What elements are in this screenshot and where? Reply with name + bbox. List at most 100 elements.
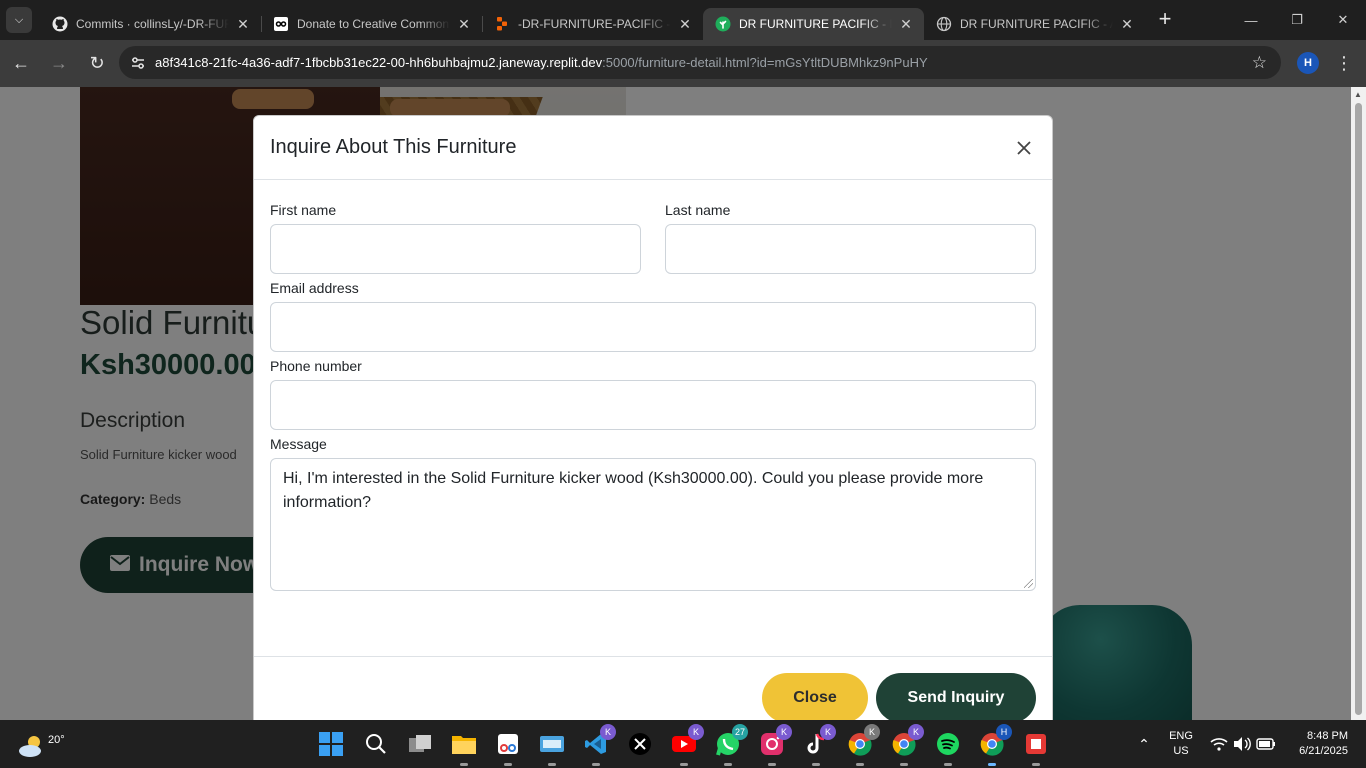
close-icon[interactable]: ✕ [456,16,472,32]
tab-title: -DR-FURNITURE-PACIFIC - Replit [518,17,671,31]
globe-icon [936,16,952,32]
tab-strip: Commits · collinsLy/-DR-FURNITURE-PACIFI… [40,0,1179,40]
browser-tab-active[interactable]: DR FURNITURE PACIFIC - Furniture ✕ [703,8,924,40]
battery-icon[interactable] [1250,728,1282,760]
first-name-input[interactable] [270,224,641,274]
spotify-icon [937,733,959,755]
browser-menu-icon[interactable]: ⋮ [1334,50,1354,76]
last-name-label: Last name [665,202,731,218]
reload-button[interactable]: ↻ [80,47,114,81]
forward-button[interactable]: → [42,47,76,81]
scrollbar-thumb[interactable] [1355,103,1362,715]
resize-handle-icon[interactable] [1024,579,1033,588]
creative-commons-icon [273,16,289,32]
email-label: Email address [270,280,359,296]
chrome-button-active[interactable]: H [976,724,1012,766]
language-indicator[interactable]: ENG US [1166,729,1196,759]
start-button[interactable] [315,728,347,760]
last-name-input[interactable] [665,224,1036,274]
first-name-label: First name [270,202,337,218]
phone-label: Phone number [270,358,362,374]
close-icon[interactable]: ✕ [898,16,914,32]
page-scrollbar[interactable]: ▲ [1351,87,1366,720]
close-button[interactable]: Close [762,673,868,723]
spotify-button[interactable] [932,728,964,766]
snipping-tool-button[interactable] [492,728,524,766]
browser-tab[interactable]: -DR-FURNITURE-PACIFIC - Replit ✕ [482,8,703,40]
chevron-up-icon: ⌃ [1138,735,1150,752]
arrow-right-icon: → [50,53,68,73]
email-input[interactable] [270,302,1036,352]
restore-icon: ❐ [1291,12,1303,27]
keyboard-app-icon [540,736,564,752]
phone-input[interactable] [270,380,1036,430]
message-label: Message [270,436,327,452]
profile-badge: K [864,724,880,740]
tiktok-button[interactable]: K [800,724,836,766]
minimize-icon: — [1244,12,1258,28]
chrome-button[interactable]: K [844,724,880,766]
x-twitter-button[interactable] [624,728,656,760]
show-hidden-icons-button[interactable]: ⌃ [1128,728,1160,760]
close-icon[interactable]: ✕ [235,16,251,32]
app-red-icon [1026,734,1046,754]
site-settings-icon[interactable] [127,52,149,74]
modal-header: Inquire About This Furniture [254,116,1052,180]
red-app-button[interactable] [1020,728,1052,766]
tab-title: DR FURNITURE PACIFIC - Furniture [739,17,892,31]
scroll-up-arrow-icon[interactable]: ▲ [1354,90,1362,99]
profile-badge: K [600,724,616,740]
keyboard-app-button[interactable] [536,728,568,766]
close-icon[interactable]: ✕ [677,16,693,32]
browser-tab[interactable]: DR FURNITURE PACIFIC - Admin ✕ [924,8,1145,40]
github-icon [52,16,68,32]
close-icon [1017,140,1031,155]
snipping-tool-icon [498,734,518,754]
profile-badge: K [908,724,924,740]
weather-widget[interactable]: 20° [16,726,65,762]
chrome-button[interactable]: K [888,724,924,766]
tab-title: DR FURNITURE PACIFIC - Admin [960,17,1113,31]
maximize-button[interactable]: ❐ [1274,0,1320,40]
system-clock[interactable]: 8:48 PM 6/21/2025 [1280,729,1348,759]
windows-taskbar: 20° K K 27 K K K K H ⌃ ENG US 8:48 PM 6/… [0,720,1366,768]
modal-close-button[interactable] [1012,136,1036,160]
browser-tab[interactable]: Commits · collinsLy/-DR-FURNITURE-PACIFI… [40,8,261,40]
chevron-down-icon: ⌵ [14,13,24,26]
close-icon[interactable]: ✕ [1119,16,1135,32]
arrow-left-icon: ← [12,53,30,73]
minimize-button[interactable]: — [1228,0,1274,40]
browser-tab[interactable]: Donate to Creative Commons ✕ [261,8,482,40]
url-path: :5000/furniture-detail.html?id=mGsYtltDU… [602,55,928,70]
close-icon: ✕ [1337,12,1349,27]
windows-logo-icon [319,732,343,756]
task-view-button[interactable] [404,728,436,760]
youtube-button[interactable]: K [668,724,704,766]
reload-icon: ↻ [89,53,105,73]
url-host: a8f341c8-21fc-4a36-adf7-1fbcbb31ec22-00-… [155,55,603,70]
taskbar-search-button[interactable] [360,728,392,760]
new-tab-button[interactable]: + [1151,6,1179,34]
send-inquiry-button[interactable]: Send Inquiry [876,673,1036,723]
instagram-button[interactable]: K [756,724,792,766]
address-bar[interactable]: a8f341c8-21fc-4a36-adf7-1fbcbb31ec22-00-… [119,46,1281,79]
task-view-icon [409,735,431,752]
cloudy-moon-icon [19,736,41,757]
back-button[interactable]: ← [4,47,38,81]
tab-search-button[interactable]: ⌵ [6,7,32,33]
profile-badge: K [688,724,704,740]
inquiry-modal: Inquire About This Furniture First name … [253,115,1053,735]
bookmark-star-icon[interactable]: ☆ [1252,53,1267,73]
whatsapp-button[interactable]: 27 [712,724,748,766]
url-text[interactable]: a8f341c8-21fc-4a36-adf7-1fbcbb31ec22-00-… [155,55,928,70]
window-controls: — ❐ ✕ [1228,0,1366,40]
close-window-button[interactable]: ✕ [1320,0,1366,40]
search-icon [366,734,386,754]
file-explorer-button[interactable] [448,728,480,766]
profile-avatar[interactable]: H [1297,52,1319,74]
message-textarea[interactable]: Hi, I'm interested in the Solid Furnitur… [270,458,1036,591]
vscode-button[interactable]: K [580,724,616,766]
browser-tab-bar: ⌵ Commits · collinsLy/-DR-FURNITURE-PACI… [0,0,1366,40]
plus-icon: + [1158,6,1172,31]
profile-badge: H [996,724,1012,740]
